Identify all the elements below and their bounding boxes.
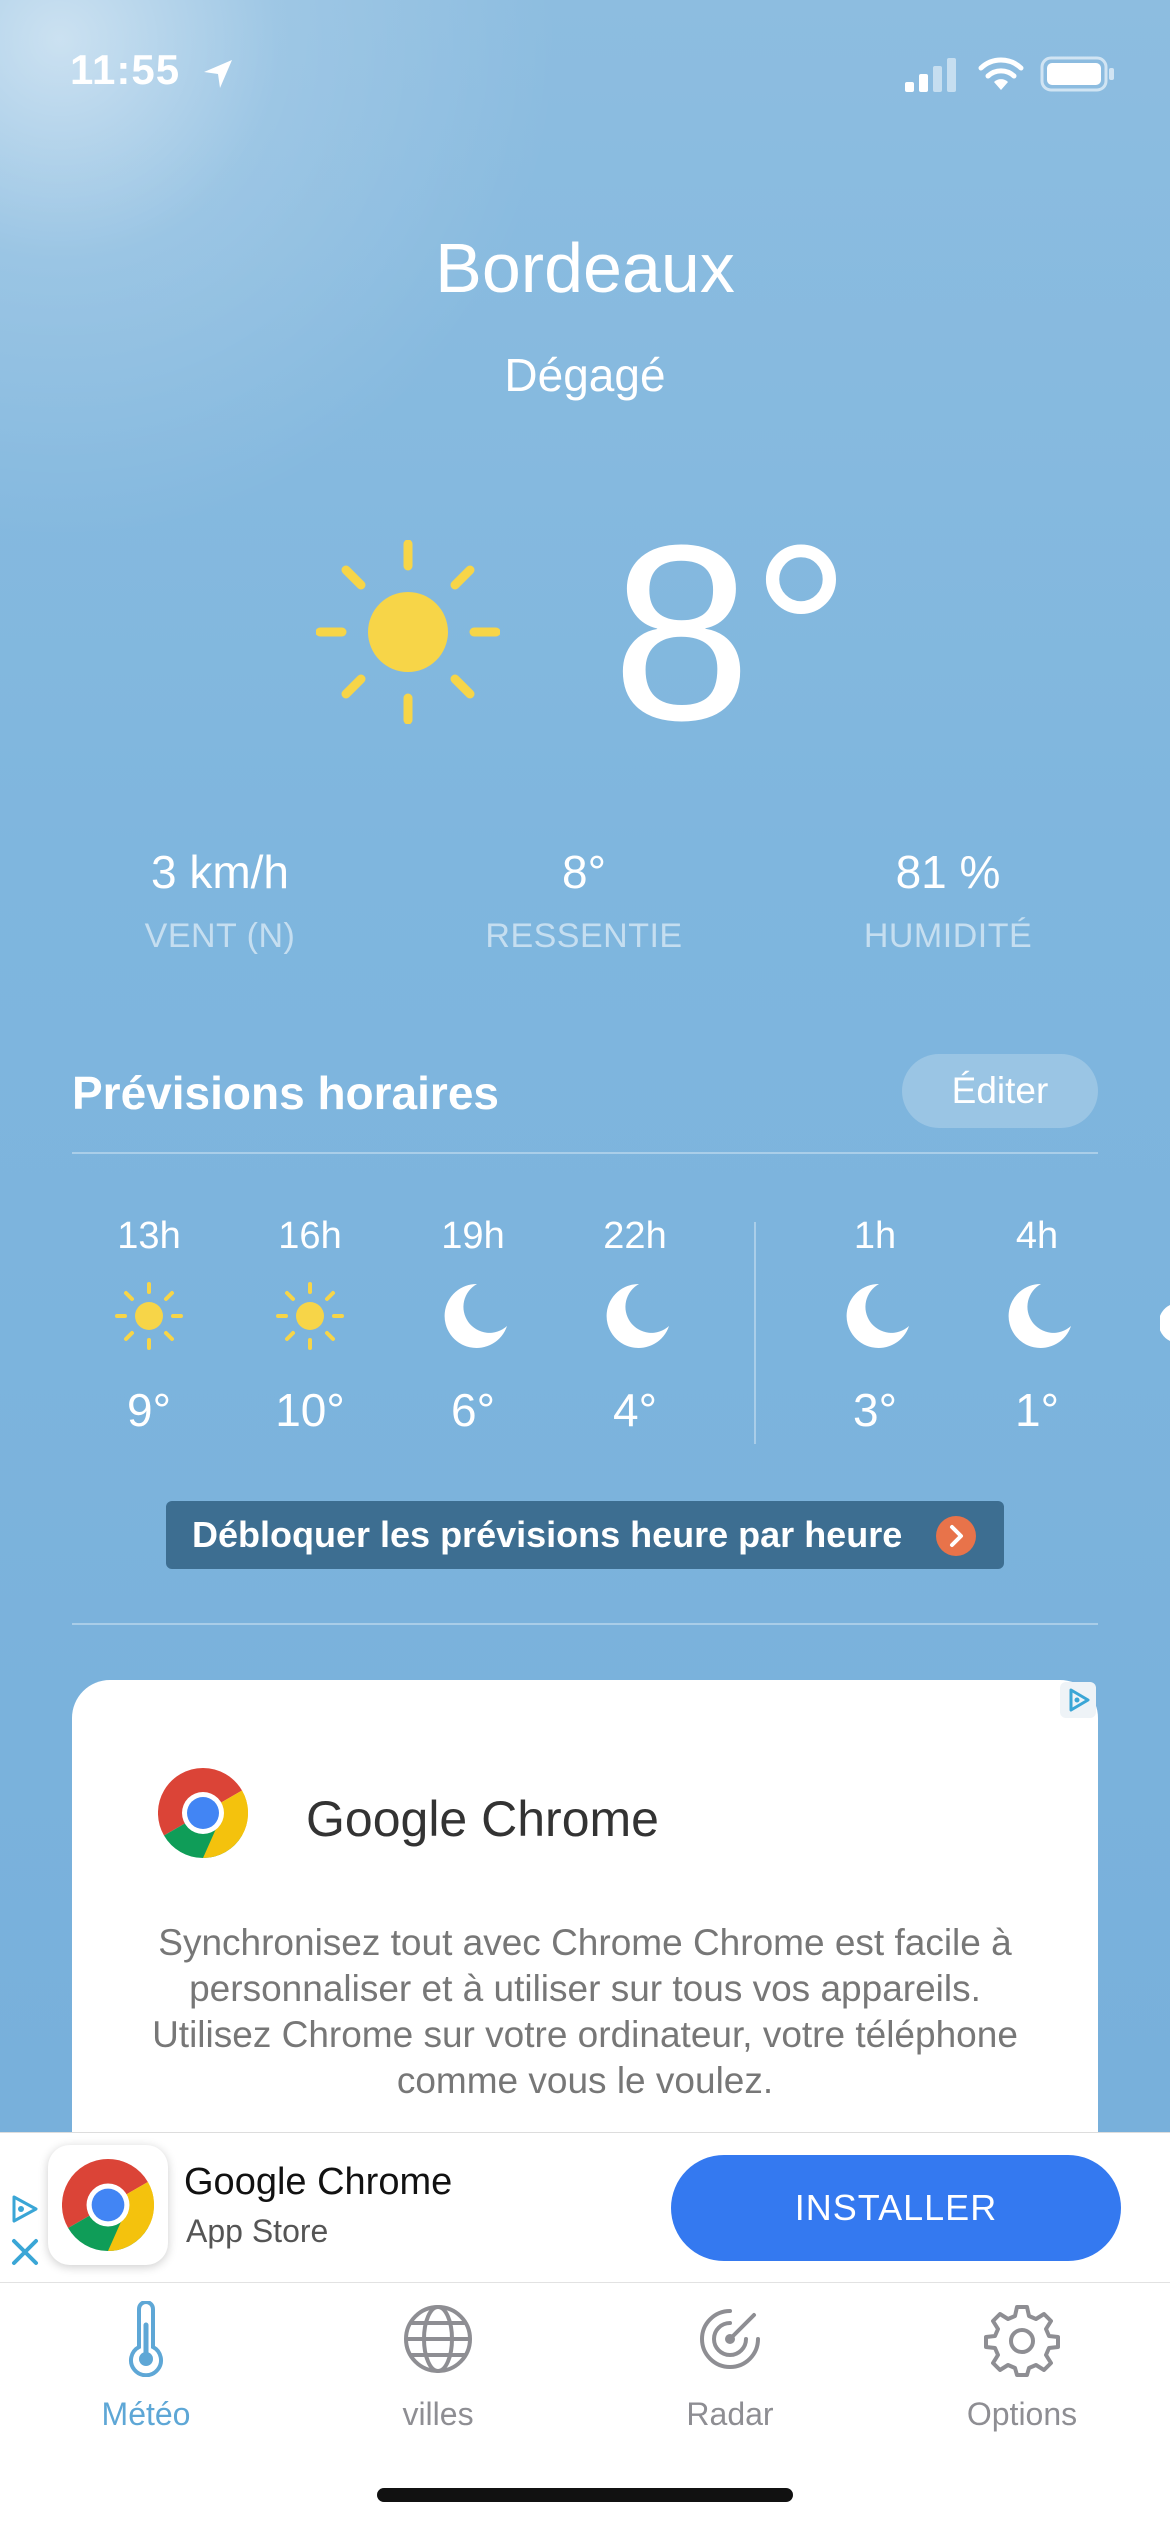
tab-label: villes xyxy=(402,2396,474,2432)
chrome-logo-icon xyxy=(158,1768,248,1858)
city-name: Bordeaux xyxy=(435,229,735,307)
signal-icon xyxy=(905,58,956,92)
hourly-hour: 22h xyxy=(603,1215,667,1257)
hourly-item: 16h 10° xyxy=(235,1215,385,1437)
hourly-hour: 19h xyxy=(441,1215,505,1257)
radar-icon xyxy=(700,2309,760,2369)
hourly-temp: 4° xyxy=(613,1384,657,1436)
globe-icon xyxy=(404,2305,472,2373)
divider xyxy=(72,1152,1098,1154)
unlock-label: Débloquer les prévisions heure par heure xyxy=(192,1514,903,1555)
moon-icon xyxy=(606,1283,669,1348)
chrome-logo-icon xyxy=(62,2159,154,2251)
ad-title: Google Chrome xyxy=(306,1791,659,1847)
wifi-icon xyxy=(978,57,1024,90)
banner-store-label: App Store xyxy=(186,2213,329,2249)
hourly-item: 1h 3° xyxy=(800,1215,950,1437)
tab-options[interactable]: Options xyxy=(922,2301,1122,2433)
feels-like-label: RESSENTIE xyxy=(485,917,683,955)
hourly-item: 19h 6° xyxy=(398,1215,548,1437)
feels-like-stat: 8° RESSENTIE xyxy=(434,845,734,956)
ad-description: Synchronisez tout avec Chrome Chrome est… xyxy=(152,1922,1018,2101)
unlock-hourly-button[interactable]: Débloquer les prévisions heure par heure xyxy=(166,1501,1004,1569)
home-indicator xyxy=(377,2488,793,2502)
sun-icon xyxy=(316,540,500,724)
day-separator xyxy=(754,1222,756,1444)
hourly-temp: 3° xyxy=(853,1384,897,1436)
sun-icon xyxy=(276,1282,344,1350)
ad-choices-icon[interactable] xyxy=(1060,1682,1096,1718)
humidity-stat: 81 % HUMIDITÉ xyxy=(798,845,1098,956)
wind-stat: 3 km/h VENT (N) xyxy=(70,845,370,956)
close-icon[interactable] xyxy=(10,2237,40,2267)
status-time: 11:55 xyxy=(70,46,181,93)
hourly-hour: 4h xyxy=(1015,1215,1059,1257)
hourly-temp: 6° xyxy=(451,1384,495,1436)
wind-label: VENT (N) xyxy=(144,917,296,955)
tab-villes[interactable]: villes xyxy=(338,2301,538,2433)
moon-icon xyxy=(1008,1283,1071,1348)
app-icon xyxy=(48,2145,168,2265)
location-arrow-icon xyxy=(204,60,232,88)
wind-value: 3 km/h xyxy=(150,846,290,898)
ad-banner[interactable]: Google Chrome App Store INSTALLER xyxy=(0,2132,1170,2283)
hourly-forecast-title: Prévisions horaires xyxy=(72,1067,499,1119)
tab-label: Radar xyxy=(686,2396,774,2432)
hourly-item: 4h 1° xyxy=(962,1215,1112,1437)
ad-card[interactable]: Google Chrome Synchronisez tout avec Chr… xyxy=(72,1680,1098,2140)
hourly-temp: 9° xyxy=(127,1384,171,1436)
tab-meteo[interactable]: Météo xyxy=(46,2300,246,2433)
divider xyxy=(72,1623,1098,1625)
gear-icon xyxy=(984,2305,1060,2377)
moon-icon xyxy=(846,1283,909,1348)
banner-app-name: Google Chrome xyxy=(184,2161,453,2203)
hourly-item: 22h 4° xyxy=(560,1215,710,1437)
tab-label: Météo xyxy=(101,2396,191,2432)
battery-icon xyxy=(1040,56,1114,92)
moon-icon xyxy=(444,1283,507,1348)
edit-button[interactable]: Éditer xyxy=(902,1054,1098,1128)
tab-label: Options xyxy=(966,2396,1078,2432)
sun-icon xyxy=(115,1282,183,1350)
hourly-hour: 16h xyxy=(278,1215,342,1257)
tab-radar[interactable]: Radar xyxy=(630,2301,830,2433)
humidity-value: 81 % xyxy=(895,846,1001,898)
moon-icon xyxy=(1160,1305,1170,1341)
feels-like-value: 8° xyxy=(562,846,606,898)
hourly-hour: 13h xyxy=(117,1215,181,1257)
hourly-temp: 10° xyxy=(275,1384,345,1436)
hourly-item: 13h 9° xyxy=(74,1215,224,1437)
weather-condition: Dégagé xyxy=(504,349,666,401)
ad-choices-icon[interactable] xyxy=(6,2191,42,2227)
hourly-temp: 1° xyxy=(1015,1384,1059,1436)
install-button[interactable]: INSTALLER xyxy=(671,2155,1121,2261)
hourly-hour: 1h xyxy=(853,1215,897,1257)
humidity-label: HUMIDITÉ xyxy=(863,917,1033,955)
current-temperature: 8° xyxy=(612,493,852,772)
thermometer-icon xyxy=(129,2300,163,2378)
chevron-right-icon xyxy=(936,1516,976,1556)
